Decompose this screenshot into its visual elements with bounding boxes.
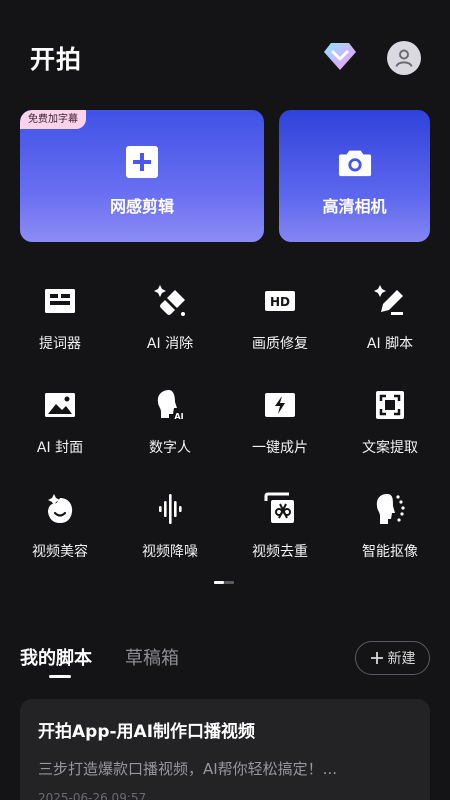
scan-icon xyxy=(376,391,404,419)
image-icon xyxy=(45,393,75,417)
script-date: 2025-06-26 09:57 xyxy=(38,791,147,800)
teleprompter-icon xyxy=(45,289,75,313)
tool-label: 视频美容 xyxy=(32,544,88,560)
eraser-icon xyxy=(154,285,185,316)
svg-text:AI: AI xyxy=(174,412,183,421)
tab-my-scripts[interactable]: 我的脚本 xyxy=(20,644,92,670)
hd-icon: HD xyxy=(265,291,295,311)
tab-underline xyxy=(49,675,71,678)
camera-icon xyxy=(338,150,371,177)
edit-card-label: 网感剪辑 xyxy=(109,197,174,216)
tool-label: 提词器 xyxy=(39,336,81,352)
new-button-label: 新建 xyxy=(387,651,416,667)
tool-one-click[interactable]: 一键成片 xyxy=(225,378,335,468)
pager-dot xyxy=(224,581,234,584)
tool-text-extract[interactable]: 文案提取 xyxy=(335,378,445,468)
tool-video-denoise[interactable]: 视频降噪 xyxy=(115,482,225,572)
tool-label: 数字人 xyxy=(149,440,191,456)
camera-card[interactable]: 高清相机 xyxy=(279,110,430,242)
tool-quality-repair[interactable]: HD 画质修复 xyxy=(225,274,335,364)
free-subtitle-badge: 免费加字幕 xyxy=(20,110,86,129)
script-title: 开拍App-用AI制作口播视频 xyxy=(38,722,256,742)
tool-label: AI 脚本 xyxy=(366,336,414,352)
edit-card[interactable]: 免费加字幕 网感剪辑 xyxy=(20,110,264,242)
camera-card-label: 高清相机 xyxy=(322,197,387,216)
pager-dot-active xyxy=(214,581,224,584)
diamond-icon[interactable] xyxy=(323,40,357,72)
dedupe-icon xyxy=(264,492,294,523)
tool-label: 文案提取 xyxy=(362,440,418,456)
tool-label: AI 消除 xyxy=(146,336,194,352)
tab-drafts[interactable]: 草稿箱 xyxy=(125,644,179,670)
pager-indicator xyxy=(214,581,234,584)
lightning-icon xyxy=(265,393,295,417)
pen-icon xyxy=(374,285,403,315)
tool-video-beauty[interactable]: 视频美容 xyxy=(5,482,115,572)
tool-ai-erase[interactable]: AI 消除 xyxy=(115,274,225,364)
tool-label: 智能抠像 xyxy=(362,544,418,560)
tool-label: 视频去重 xyxy=(252,544,308,560)
tool-digital-human[interactable]: AI 数字人 xyxy=(115,378,225,468)
user-icon xyxy=(395,49,413,67)
tool-label: AI 封面 xyxy=(36,440,84,456)
plus-icon xyxy=(126,146,158,178)
tool-ai-cover[interactable]: AI 封面 xyxy=(5,378,115,468)
tool-label: 一键成片 xyxy=(252,440,308,456)
script-card[interactable]: 开拍App-用AI制作口播视频 三步打造爆款口播视频，AI帮你轻松搞定！... … xyxy=(20,699,430,800)
app-title: 开拍 xyxy=(30,45,83,74)
tool-label: 视频降噪 xyxy=(142,544,198,560)
avatar[interactable] xyxy=(387,41,421,75)
tool-label: 画质修复 xyxy=(252,336,308,352)
new-script-button[interactable]: 新建 xyxy=(355,641,430,675)
waveform-icon xyxy=(159,494,182,524)
plus-icon xyxy=(370,652,383,664)
tool-teleprompter[interactable]: 提词器 xyxy=(5,274,115,364)
cutout-icon xyxy=(376,494,405,524)
digital-human-icon: AI xyxy=(157,390,184,421)
face-beauty-icon xyxy=(48,494,73,523)
script-description: 三步打造爆款口播视频，AI帮你轻松搞定！... xyxy=(38,760,337,778)
svg-text:HD: HD xyxy=(270,295,290,309)
header: 开拍 xyxy=(0,0,450,110)
tool-ai-script[interactable]: AI 脚本 xyxy=(335,274,445,364)
tool-video-dedupe[interactable]: 视频去重 xyxy=(225,482,335,572)
tool-smart-cutout[interactable]: 智能抠像 xyxy=(335,482,445,572)
